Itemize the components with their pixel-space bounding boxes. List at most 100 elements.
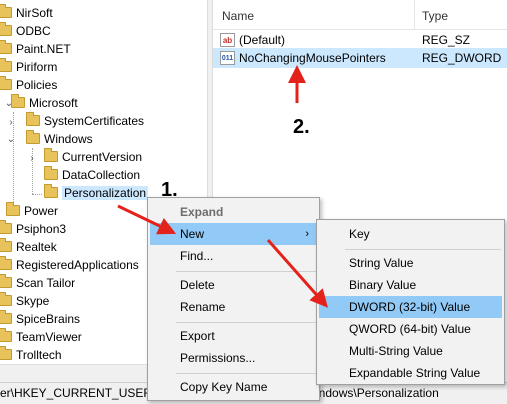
tree-item-systemcertificates[interactable]: SystemCertificates [26,112,144,130]
menu-item-label: Multi-String Value [349,344,443,358]
menu-item-find[interactable]: Find... [150,245,317,267]
folder-icon [0,238,12,252]
tree-item-label: Microsoft [29,96,78,110]
submenu-item-multi-string-value[interactable]: Multi-String Value [319,340,502,362]
folder-icon [44,148,58,162]
expand-chevron-icon[interactable]: › [6,117,16,128]
folder-icon [0,58,12,72]
string-value-icon: ab [220,33,235,47]
menu-item-export[interactable]: Export [150,325,317,347]
tree-item-label: SystemCertificates [44,114,145,128]
tree-item-label: Skype [16,294,50,308]
submenu-arrow-icon: › [305,228,309,240]
menu-item-label: Expand [180,205,224,219]
tree-item-odbc[interactable]: ODBC [0,22,51,40]
tree-item-microsoft[interactable]: Microsoft [11,94,78,112]
menu-item-new[interactable]: New › [150,223,317,245]
tree-item-label: SpiceBrains [16,312,81,326]
tree-item-label: Policies [16,78,58,92]
folder-icon [44,184,58,198]
column-header-type[interactable]: Type [422,9,448,23]
folder-icon [0,40,12,54]
tree-item-scantailor[interactable]: Scan Tailor [0,274,75,292]
tree-item-label: CurrentVersion [62,150,143,164]
list-row-nochangingmousepointers[interactable]: 011 NoChangingMousePointers REG_DWORD [213,48,507,68]
folder-icon [0,328,12,342]
tree-item-label: Psiphon3 [16,222,67,236]
menu-item-copy-key-name[interactable]: Copy Key Name [150,376,317,398]
submenu-item-dword-value[interactable]: DWORD (32-bit) Value [319,296,502,318]
menu-item-delete[interactable]: Delete [150,274,317,296]
dword-value-icon: 011 [220,51,235,65]
folder-icon [0,274,12,288]
value-name: NoChangingMousePointers [239,51,386,65]
collapse-chevron-icon[interactable]: ⌄ [6,134,16,145]
folder-icon [0,76,12,90]
tree-item-label: Personalization [62,186,149,200]
tree-item-label: Windows [44,132,93,146]
menu-item-label: Delete [180,278,215,292]
value-name: (Default) [239,33,286,47]
column-separator[interactable] [414,0,415,30]
tree-item-label: Realtek [16,240,57,254]
value-type: REG_SZ [422,33,471,47]
submenu-item-qword-value[interactable]: QWORD (64-bit) Value [319,318,502,340]
tree-item-teamviewer[interactable]: TeamViewer [0,328,82,346]
status-path-right: indows\Personalization [316,386,439,400]
menu-item-label: QWORD (64-bit) Value [349,322,471,336]
tree-item-personalization[interactable]: Personalization [44,184,149,202]
menu-item-label: Find... [180,249,214,263]
tree-item-label: Piriform [16,60,58,74]
submenu-item-expandable-string-value[interactable]: Expandable String Value [319,362,502,384]
menu-item-label: Expandable String Value [349,366,481,380]
menu-item-permissions[interactable]: Permissions... [150,347,317,369]
folder-icon [0,346,12,360]
tree-item-spicebrains[interactable]: SpiceBrains [0,310,80,328]
annotation-step-1: 1. [161,179,178,201]
tree-item-label: DataCollection [62,168,141,182]
tree-item-registeredapplications[interactable]: RegisteredApplications [0,256,139,274]
tree-item-label: Paint.NET [16,42,71,56]
tree-item-datacollection[interactable]: DataCollection [44,166,140,184]
submenu-item-string-value[interactable]: String Value [319,252,502,274]
tree-item-label: RegisteredApplications [16,258,139,272]
menu-item-label: Copy Key Name [180,380,268,394]
menu-item-label: Permissions... [180,351,256,365]
expand-chevron-icon[interactable]: › [27,153,37,164]
menu-item-expand[interactable]: Expand [150,201,317,223]
folder-icon [0,22,12,36]
folder-icon [26,130,40,144]
list-row-default[interactable]: ab (Default) REG_SZ [213,30,507,50]
folder-icon [0,4,12,18]
tree-item-label: Power [24,204,59,218]
tree-item-label: Trolltech [16,348,62,362]
tree-item-piriform[interactable]: Piriform [0,58,57,76]
tree-item-label: Scan Tailor [16,276,76,290]
annotation-step-2: 2. [293,116,310,138]
tree-item-trolltech[interactable]: Trolltech [0,346,62,364]
tree-item-skype[interactable]: Skype [0,292,49,310]
folder-icon [26,112,40,126]
menu-item-rename[interactable]: Rename [150,296,317,318]
folder-icon [6,202,20,216]
folder-icon [0,256,12,270]
folder-icon [0,292,12,306]
submenu-item-key[interactable]: Key [319,223,502,245]
tree-item-paintnet[interactable]: Paint.NET [0,40,71,58]
folder-icon [44,166,58,180]
menu-separator [345,249,501,250]
tree-item-power[interactable]: Power [6,202,58,220]
tree-item-currentversion[interactable]: CurrentVersion [44,148,142,166]
tree-item-policies[interactable]: Policies [0,76,57,94]
column-header-name[interactable]: Name [222,9,254,23]
folder-icon [11,94,25,108]
submenu-item-binary-value[interactable]: Binary Value [319,274,502,296]
menu-separator [176,322,316,323]
tree-item-realtek[interactable]: Realtek [0,238,57,256]
tree-item-label: NirSoft [16,6,53,20]
tree-item-nirsoft[interactable]: NirSoft [0,4,53,22]
menu-item-label: New [180,227,205,241]
tree-item-psiphon3[interactable]: Psiphon3 [0,220,66,238]
tree-item-windows[interactable]: Windows [26,130,93,148]
menu-item-label: Rename [180,300,226,314]
